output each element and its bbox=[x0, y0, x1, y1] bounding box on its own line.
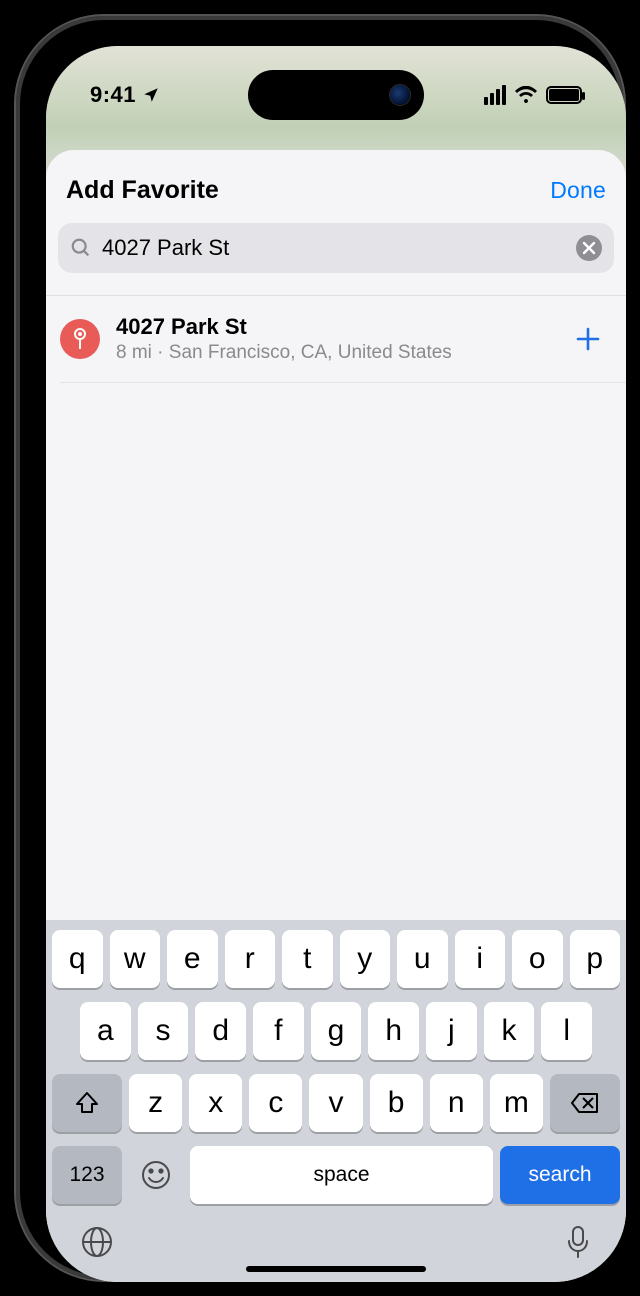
clear-search-button[interactable] bbox=[576, 235, 602, 261]
key-j[interactable]: j bbox=[426, 1002, 477, 1060]
key-n[interactable]: n bbox=[430, 1074, 483, 1132]
key-q[interactable]: q bbox=[52, 930, 103, 988]
status-bar: 9:41 bbox=[46, 70, 626, 120]
keyboard: qwertyuiop asdfghjkl zxcvbnm 123 bbox=[46, 920, 626, 1282]
key-r[interactable]: r bbox=[225, 930, 276, 988]
screen: 9:41 Add Favorite Done 4027 Park St bbox=[46, 46, 626, 1282]
key-s[interactable]: s bbox=[138, 1002, 189, 1060]
status-time: 9:41 bbox=[90, 82, 136, 108]
key-x[interactable]: x bbox=[189, 1074, 242, 1132]
key-u[interactable]: u bbox=[397, 930, 448, 988]
phone-frame: 9:41 Add Favorite Done 4027 Park St bbox=[14, 14, 626, 1282]
result-title: 4027 Park St bbox=[116, 314, 554, 340]
sheet-title: Add Favorite bbox=[66, 176, 219, 205]
key-p[interactable]: p bbox=[570, 930, 621, 988]
key-e[interactable]: e bbox=[167, 930, 218, 988]
battery-icon bbox=[546, 86, 582, 104]
key-i[interactable]: i bbox=[455, 930, 506, 988]
key-l[interactable]: l bbox=[541, 1002, 592, 1060]
search-value: 4027 Park St bbox=[102, 235, 566, 261]
numbers-key[interactable]: 123 bbox=[52, 1146, 122, 1204]
divider bbox=[60, 382, 626, 383]
key-k[interactable]: k bbox=[484, 1002, 535, 1060]
done-button[interactable]: Done bbox=[550, 177, 606, 204]
search-key[interactable]: search bbox=[500, 1146, 620, 1204]
wifi-icon bbox=[514, 86, 538, 104]
location-arrow-icon bbox=[142, 86, 160, 104]
search-input[interactable]: 4027 Park St bbox=[58, 223, 614, 273]
key-o[interactable]: o bbox=[512, 930, 563, 988]
key-f[interactable]: f bbox=[253, 1002, 304, 1060]
mic-icon[interactable] bbox=[564, 1224, 592, 1260]
delete-key[interactable] bbox=[550, 1074, 620, 1132]
home-indicator[interactable] bbox=[246, 1266, 426, 1272]
key-w[interactable]: w bbox=[110, 930, 161, 988]
add-favorite-button[interactable] bbox=[570, 321, 606, 357]
key-t[interactable]: t bbox=[282, 930, 333, 988]
key-z[interactable]: z bbox=[129, 1074, 182, 1132]
cellular-signal-icon bbox=[484, 85, 506, 105]
key-d[interactable]: d bbox=[195, 1002, 246, 1060]
key-c[interactable]: c bbox=[249, 1074, 302, 1132]
key-b[interactable]: b bbox=[370, 1074, 423, 1132]
add-favorite-sheet: Add Favorite Done 4027 Park St 4 bbox=[46, 150, 626, 1282]
backspace-icon bbox=[570, 1092, 600, 1114]
pin-icon bbox=[60, 319, 100, 359]
emoji-key[interactable] bbox=[129, 1146, 183, 1204]
key-h[interactable]: h bbox=[368, 1002, 419, 1060]
emoji-icon bbox=[140, 1159, 172, 1191]
search-result-row[interactable]: 4027 Park St 8 mi · San Francisco, CA, U… bbox=[46, 296, 626, 382]
plus-icon bbox=[574, 325, 602, 353]
key-g[interactable]: g bbox=[311, 1002, 362, 1060]
shift-icon bbox=[74, 1090, 100, 1116]
key-m[interactable]: m bbox=[490, 1074, 543, 1132]
key-a[interactable]: a bbox=[80, 1002, 131, 1060]
key-y[interactable]: y bbox=[340, 930, 391, 988]
globe-icon[interactable] bbox=[80, 1225, 114, 1259]
shift-key[interactable] bbox=[52, 1074, 122, 1132]
space-key[interactable]: space bbox=[190, 1146, 493, 1204]
key-v[interactable]: v bbox=[309, 1074, 362, 1132]
search-icon bbox=[70, 237, 92, 259]
x-icon bbox=[582, 241, 596, 255]
result-subtitle: 8 mi · San Francisco, CA, United States bbox=[116, 342, 554, 364]
